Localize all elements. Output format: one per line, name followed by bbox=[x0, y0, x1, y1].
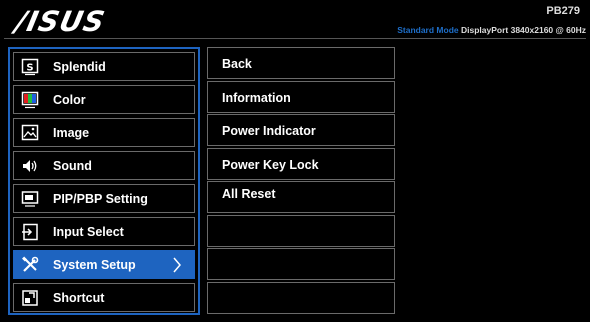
color-icon bbox=[21, 91, 39, 109]
mode-label: Standard Mode bbox=[397, 25, 459, 35]
status-bar: Standard Mode DisplayPort 3840x2160 @ 60… bbox=[397, 25, 586, 35]
submenu-item-empty bbox=[207, 215, 395, 247]
menu-item-image[interactable]: Image bbox=[13, 118, 195, 147]
splendid-s-icon: S bbox=[21, 58, 39, 76]
submenu-item-all-reset[interactable]: All Reset bbox=[207, 181, 395, 213]
asus-logo: /ISUS bbox=[12, 5, 109, 38]
menu-item-input-select[interactable]: Input Select bbox=[13, 217, 195, 246]
menu-item-label: Shortcut bbox=[53, 290, 105, 305]
menu-item-label: Input Select bbox=[53, 224, 124, 239]
submenu: Back Information Power Indicator Power K… bbox=[207, 47, 395, 315]
main-menu: S Splendid Color Image Sound PIP/PBP Set… bbox=[8, 47, 200, 315]
menu-item-label: Image bbox=[53, 125, 90, 140]
menu-item-label: Sound bbox=[53, 158, 92, 173]
menu-item-shortcut[interactable]: Shortcut bbox=[13, 283, 195, 312]
menu-item-label: PIP/PBP Setting bbox=[53, 191, 148, 206]
menu-item-label: Color bbox=[53, 92, 86, 107]
submenu-item-empty bbox=[207, 282, 395, 314]
chevron-right-icon bbox=[172, 257, 182, 273]
menu-item-system-setup[interactable]: System Setup bbox=[13, 250, 195, 279]
menu-item-pip-pbp[interactable]: PIP/PBP Setting bbox=[13, 184, 195, 213]
image-icon bbox=[21, 124, 39, 142]
shortcut-icon bbox=[21, 289, 39, 307]
wrench-screwdriver-icon bbox=[21, 256, 39, 274]
submenu-item-power-indicator[interactable]: Power Indicator bbox=[207, 114, 395, 146]
header-divider bbox=[4, 38, 586, 39]
submenu-item-back[interactable]: Back bbox=[207, 47, 395, 79]
submenu-item-empty bbox=[207, 248, 395, 280]
speaker-icon bbox=[21, 157, 39, 175]
menu-item-sound[interactable]: Sound bbox=[13, 151, 195, 180]
menu-item-splendid[interactable]: S Splendid bbox=[13, 52, 195, 81]
input-select-icon bbox=[21, 223, 39, 241]
menu-item-label: Splendid bbox=[53, 59, 106, 74]
pip-icon bbox=[21, 190, 39, 208]
submenu-item-power-key-lock[interactable]: Power Key Lock bbox=[207, 148, 395, 180]
signal-info: DisplayPort 3840x2160 @ 60Hz bbox=[461, 25, 586, 35]
model-name: PB279 bbox=[546, 5, 580, 17]
submenu-item-information[interactable]: Information bbox=[207, 81, 395, 113]
menu-item-label: System Setup bbox=[53, 257, 136, 272]
svg-text:S: S bbox=[26, 62, 33, 73]
menu-item-color[interactable]: Color bbox=[13, 85, 195, 114]
